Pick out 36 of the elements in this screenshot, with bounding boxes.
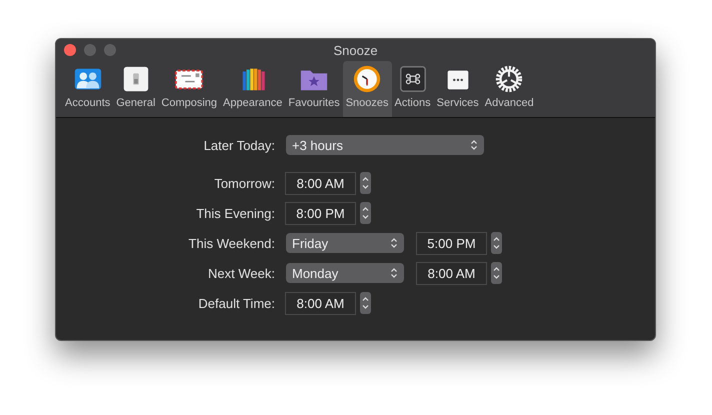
chevron-icon [470, 139, 478, 151]
chevron-icon [390, 237, 398, 249]
time-field[interactable]: 8:00 AM [285, 172, 356, 194]
time-field[interactable]: 5:00 PM [416, 232, 487, 254]
field-label: This Weekend: [188, 236, 276, 250]
stepper[interactable] [491, 232, 502, 254]
gear-icon [494, 64, 524, 94]
dropdown[interactable]: +3 hours [286, 135, 484, 155]
field-label: Tomorrow: [213, 176, 276, 190]
time-field[interactable]: 8:00 PM [285, 202, 356, 224]
time-field[interactable]: 8:00 AM [416, 262, 487, 284]
stepper[interactable] [360, 172, 371, 194]
time-field[interactable]: 8:00 AM [285, 292, 356, 314]
chevron-icon [390, 267, 398, 279]
dropdown[interactable]: Friday [286, 233, 404, 253]
stepper[interactable] [360, 292, 371, 314]
field-label: Next Week: [207, 266, 276, 280]
dropdown[interactable]: Monday [286, 263, 404, 283]
command-key-icon [398, 64, 428, 94]
toolbar-tab[interactable]: Actions [392, 61, 434, 117]
toolbar-tab[interactable]: Services [434, 61, 482, 117]
toolbar-tab[interactable]: General [113, 61, 158, 117]
toolbar-tab[interactable]: Advanced [482, 61, 537, 117]
toolbar-tab[interactable]: Accounts [62, 61, 114, 117]
close-button[interactable] [64, 44, 76, 56]
field-label: Later Today: [202, 138, 276, 152]
clock-icon [352, 64, 382, 94]
toolbar-tab[interactable]: Favourites [285, 61, 343, 117]
field-label: This Evening: [195, 206, 276, 220]
field-label: Default Time: [197, 296, 276, 310]
toolbar-tab[interactable]: Snoozes [342, 61, 392, 117]
stepper[interactable] [360, 202, 371, 224]
window-title: Snooze [333, 42, 378, 58]
stepper[interactable] [491, 262, 502, 284]
toolbar-tab[interactable]: Composing [158, 61, 220, 117]
toolbar-tab[interactable]: Appearance [220, 61, 286, 117]
